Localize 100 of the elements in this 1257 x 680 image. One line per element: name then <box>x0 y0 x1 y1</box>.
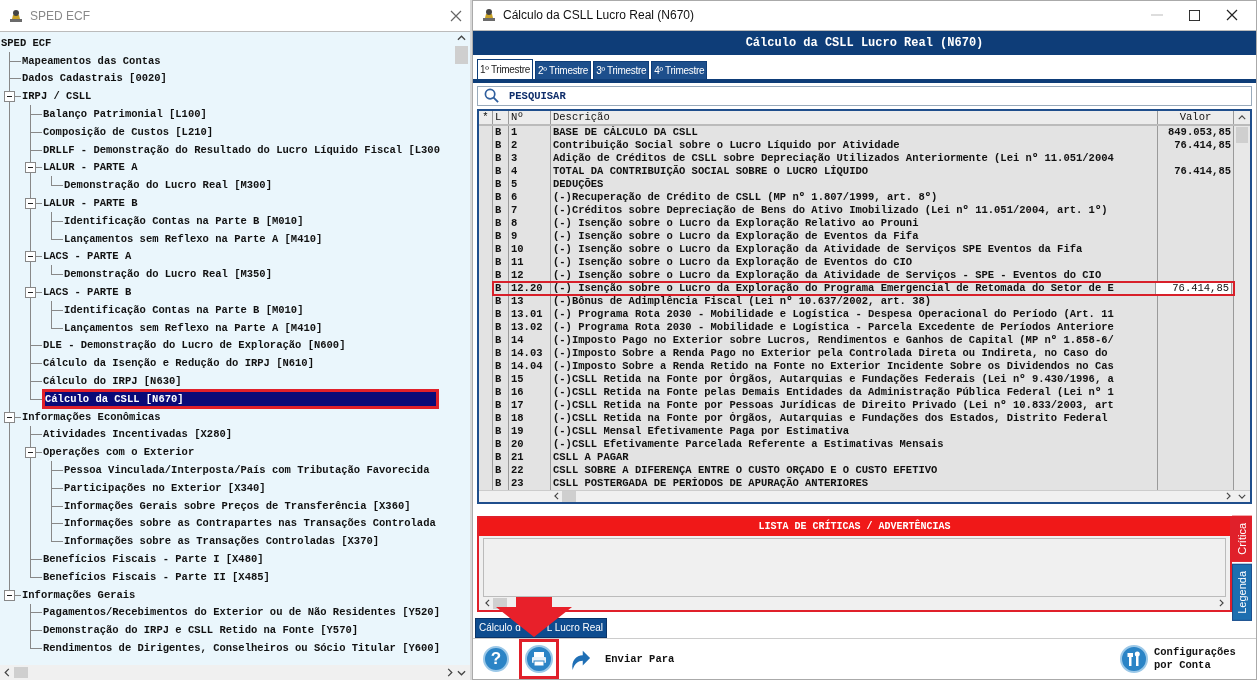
table-cell: (-)CSLL Mensal Efetivamente Paga por Estimativa <box>551 425 1158 438</box>
search-bar[interactable]: PESQUISAR <box>477 85 1252 106</box>
window-title: Cálculo da CSLL Lucro Real (N670) <box>503 8 694 23</box>
collapse-toggle[interactable] <box>4 589 15 601</box>
tree-item[interactable]: Demonstração do Lucro Real [M300] <box>63 176 273 195</box>
tree-item[interactable]: Lançamentos sem Reflexo na Parte A [M410] <box>63 229 324 248</box>
tree-item[interactable]: SPED ECF <box>0 34 53 52</box>
app-icon <box>8 7 24 24</box>
scroll-thumb[interactable] <box>562 491 576 502</box>
tree-item[interactable]: Informações Gerais sobre Preços de Transferência [X360] <box>63 496 412 515</box>
tree-item[interactable]: DRLLF - Demonstração do Resultado do Lucro Líquido Fiscal [L300 <box>42 140 441 159</box>
tree-item[interactable]: Composição de Custos [L210] <box>42 123 215 141</box>
table-cell: 13.01 <box>509 308 551 321</box>
tree-item[interactable]: Atividades Incentivadas [X280] <box>42 425 234 444</box>
table-cell: B <box>493 464 509 477</box>
tree-item[interactable]: Demonstração do IRPJ e CSLL Retido na Fonte [Y570] <box>42 621 360 640</box>
quarter-tab[interactable]: 4º Trimestre <box>651 60 708 79</box>
table-cell: 6 <box>509 191 551 204</box>
quarter-tab[interactable]: 3º Trimestre <box>593 60 650 79</box>
scroll-left-icon[interactable] <box>485 599 490 608</box>
column-header[interactable]: L <box>493 111 509 124</box>
tree-item[interactable]: Dados Cadastrais [0020] <box>21 69 168 88</box>
tree-item[interactable]: Rendimentos de Dirigentes, Conselheiros ou Sócio Titular [Y600] <box>42 639 441 657</box>
collapse-toggle[interactable] <box>25 162 36 174</box>
scroll-down-icon[interactable] <box>1238 494 1246 499</box>
tree-item[interactable]: Informações Econômicas <box>21 407 162 426</box>
column-header[interactable]: Valor <box>1158 111 1234 124</box>
scroll-thumb[interactable] <box>455 46 468 64</box>
scroll-left-icon[interactable] <box>4 668 10 677</box>
tree-item[interactable]: Participações no Exterior [X340] <box>63 478 267 497</box>
help-button[interactable]: ? <box>477 640 515 678</box>
table-cell: 2 <box>509 139 551 152</box>
send-to-button[interactable]: Enviar Para <box>563 640 681 678</box>
column-header[interactable]: Nº <box>509 111 551 124</box>
tree-item[interactable]: Informações sobre as Transações Controladas [X370] <box>63 532 381 551</box>
scroll-right-icon[interactable] <box>1226 492 1231 501</box>
tree-item[interactable]: Cálculo do IRPJ [N630] <box>42 372 183 390</box>
tree-item[interactable]: Informações Gerais <box>21 585 137 604</box>
scroll-right-icon[interactable] <box>1219 599 1224 608</box>
tree-item[interactable]: Informações sobre as Contrapartes nas Transações Controlada <box>63 514 437 533</box>
tree-item[interactable]: Cálculo da Isenção e Redução do IRPJ [N610] <box>42 354 315 373</box>
quarter-tab[interactable]: 1º Trimestre <box>477 58 534 79</box>
column-header[interactable]: * <box>479 111 493 124</box>
table-cell: 21 <box>509 451 551 464</box>
scroll-thumb[interactable] <box>14 667 28 678</box>
side-tab[interactable]: Legenda <box>1232 563 1252 621</box>
tree-item[interactable]: Operações com o Exterior <box>42 443 196 462</box>
print-button[interactable] <box>519 639 559 679</box>
tree-item[interactable]: LALUR - PARTE A <box>42 158 139 177</box>
collapse-toggle[interactable] <box>25 447 36 459</box>
scroll-thumb[interactable] <box>1236 127 1248 143</box>
tree-item[interactable]: Identificação Contas na Parte B [M010] <box>63 300 305 319</box>
tree-item[interactable]: Cálculo da CSLL [N670] <box>44 390 437 407</box>
collapse-toggle[interactable] <box>25 198 36 210</box>
table-cell: B <box>493 477 509 490</box>
tree-item[interactable]: Balanço Patrimonial [L100] <box>42 105 208 123</box>
quarter-tab[interactable]: 2º Trimestre <box>535 60 592 79</box>
table-cell: Adição de Créditos de CSLL sobre Depreciação Utilizados Anteriormente (Lei nº 11.051/2004 <box>551 152 1158 165</box>
collapse-toggle[interactable] <box>25 287 36 299</box>
collapse-toggle[interactable] <box>25 251 36 263</box>
tree-item[interactable]: Benefícios Fiscais - Parte I [X480] <box>42 550 265 568</box>
scroll-up-icon[interactable] <box>457 35 466 41</box>
tree-item[interactable]: Demonstração do Lucro Real [M350] <box>63 265 273 284</box>
header-title: Cálculo da CSLL Lucro Real (N670) <box>745 35 984 50</box>
search-field[interactable]: PESQUISAR <box>507 88 1245 103</box>
tree-item[interactable]: Pagamentos/Recebimentos do Exterior ou de Não Residentes [Y520] <box>42 603 441 622</box>
highlighted-row[interactable]: B 12.20 (-) Isenção sobre o Lucro da Exploração do Programa Emergencial de Retomada do Setor de E 76.414,85 <box>493 282 1234 295</box>
table-cell: 11 <box>509 256 551 269</box>
app-icon <box>481 7 497 24</box>
scroll-down-icon[interactable] <box>457 669 466 676</box>
table-cell: 76.414,85 <box>1174 139 1231 151</box>
scrollbar[interactable] <box>479 490 1250 502</box>
scroll-up-icon[interactable] <box>1238 115 1246 120</box>
table-cell: B <box>493 360 509 373</box>
table-cell: B <box>493 399 509 412</box>
tree-item[interactable]: LALUR - PARTE B <box>42 194 139 212</box>
settings-button[interactable]: Configurações por Conta <box>1114 639 1252 679</box>
tree-item[interactable]: DLE - Demonstração do Lucro de Exploração [N600] <box>42 336 347 355</box>
table-cell: B <box>493 126 509 139</box>
tree-item[interactable]: Pessoa Vinculada/Interposta/País com Tributação Favorecida <box>63 461 431 479</box>
scroll-left-icon[interactable] <box>554 492 559 501</box>
tree-item[interactable]: Mapeamentos das Contas <box>21 51 162 70</box>
collapse-toggle[interactable] <box>4 411 15 423</box>
maximize-icon[interactable] <box>1189 9 1200 21</box>
scroll-thumb[interactable] <box>493 598 507 609</box>
tree-item[interactable]: LACS - PARTE A <box>42 247 133 266</box>
tree-item[interactable]: LACS - PARTE B <box>42 283 133 301</box>
scroll-right-icon[interactable] <box>447 668 453 677</box>
side-tab[interactable]: Crítica <box>1232 516 1252 562</box>
tree-item[interactable]: Benefícios Fiscais - Parte II [X485] <box>42 567 271 586</box>
scrollbar[interactable] <box>1234 126 1250 490</box>
panel-title: LISTA DE CRÍTICAS / ADVERTÊNCIAS <box>758 521 951 533</box>
tree-item[interactable]: Lançamentos sem Reflexo na Parte A [M410] <box>63 318 324 337</box>
tree-item[interactable]: IRPJ / CSLL <box>21 87 93 106</box>
table-cell: B <box>493 178 509 191</box>
tree-item[interactable]: Identificação Contas na Parte B [M010] <box>63 211 305 230</box>
column-header[interactable]: Descrição <box>551 111 1158 124</box>
collapse-toggle[interactable] <box>4 91 15 103</box>
scrollbar[interactable] <box>0 665 470 680</box>
close-icon[interactable] <box>1226 9 1238 22</box>
